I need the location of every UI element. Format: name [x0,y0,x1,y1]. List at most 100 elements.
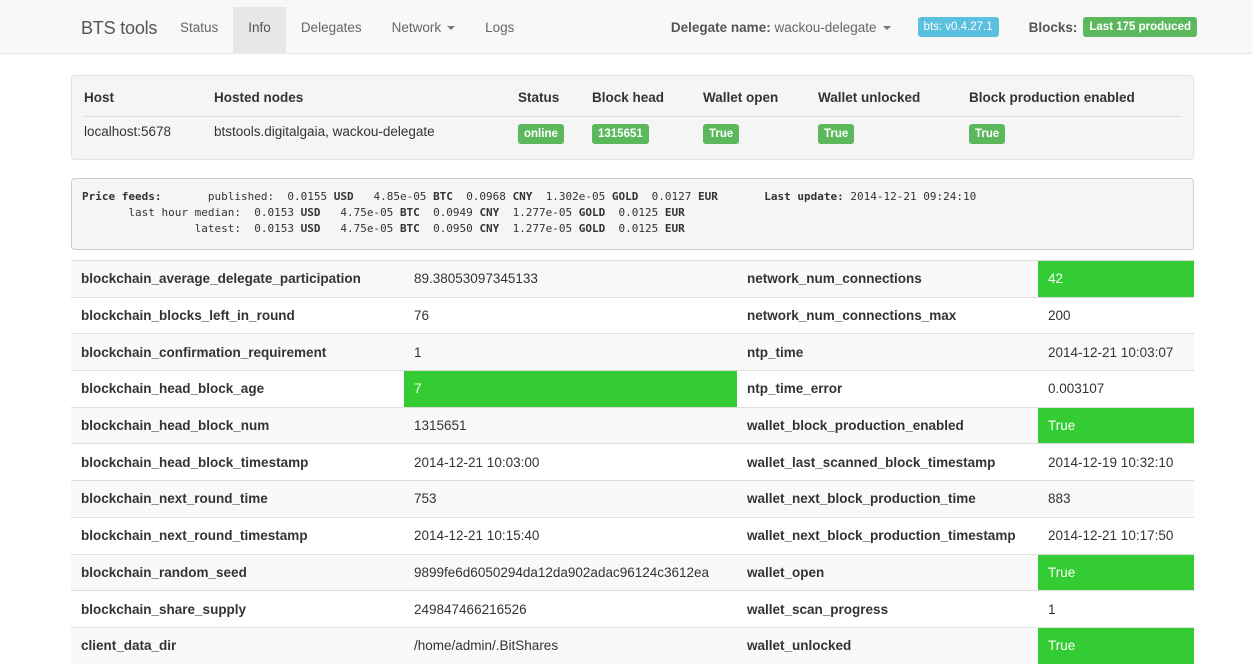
stat-value: 2014-12-21 10:15:40 [404,516,737,554]
feed-cny: 0.0949 [433,206,473,219]
host-value: localhost:5678 [84,124,172,139]
wallet-open-badge: True [703,124,740,144]
unit-btc: BTC [399,222,420,235]
stat-key: wallet_scan_progress [737,590,1038,628]
table-row: client_data_dir/home/admin/.BitShares wal… [71,626,1194,665]
blocks-label: Blocks: [1028,19,1078,35]
stat-key: wallet_block_production_enabled [737,406,1038,444]
unit-btc: BTC [433,190,453,203]
nav-item-network-label: Network [391,20,442,35]
header-wallet-open: Wallet open [703,90,779,105]
stat-key: ntp_time [737,333,1038,371]
table-row: blockchain_next_round_time 753 wallet_next… [71,480,1194,518]
last-update-value: 2014-12-21 09:24:10 [850,190,977,203]
table-row: blockchain_head_block_timestamp 2014-12-2… [71,443,1194,481]
hosted-nodes-value: btstools.digitalgaia, wackou-delegate [214,124,435,139]
feed-usd: 0.0155 [287,190,328,203]
table-row: blockchain_random_seed 9899fe6d6050294da1… [71,553,1194,591]
delegate-dropdown[interactable]: Delegate name: wackou-delegate [671,20,891,35]
unit-cny: CNY [512,190,533,203]
unit-usd: USD [300,222,321,235]
stat-value: 9899fe6d6050294da12da902adac96124c3612ea [404,553,737,591]
header-status: Status [518,90,560,105]
stat-value: 2014-12-21 10:03:00 [404,443,737,481]
price-feeds-panel: Price feeds: published: 0.0155 USD 4.85e… [71,178,1194,250]
stats-table: blockchain_average_delegate_participatio… [71,260,1194,665]
stat-value: 1 [1038,590,1194,628]
nav-item-network[interactable]: Network [377,7,471,53]
table-row: blockchain_share_supply 249847466216526 wa… [71,590,1194,628]
stat-key: ntp_time_error [737,370,1038,408]
nav-item-delegates[interactable]: Delegates [286,7,377,53]
feed-gold: 1.302e-05 [545,190,606,203]
stat-key: wallet_last_scanned_block_timestamp [737,443,1038,481]
navbar-right: Delegate name: wackou-delegate bts: v0.4… [671,17,1197,37]
feed-eur: 0.0125 [618,222,659,235]
stat-value: 42 [1038,260,1194,298]
table-row: blockchain_next_round_timestamp 2014-12-2… [71,516,1194,554]
divider [84,116,1181,117]
header-hosted-nodes: Hosted nodes [214,90,304,105]
price-feeds-title: Price feeds: [82,190,162,203]
stat-value: 89.38053097345133 [404,260,737,298]
brand[interactable]: BTS tools [81,18,157,39]
unit-btc: BTC [399,206,420,219]
feed-usd: 0.0153 [254,206,294,219]
feed-gold: 1.277e-05 [512,206,573,219]
price-feeds-text: Price feeds: published: 0.0155 USD 4.85e… [82,189,976,237]
unit-usd: USD [300,206,321,219]
table-row: blockchain_head_block_age 7 ntp_time_error… [71,370,1194,408]
unit-usd: USD [333,190,354,203]
feed-usd: 0.0153 [254,222,294,235]
header-block-head: Block head [592,90,665,105]
stat-key: blockchain_next_round_timestamp [71,516,404,554]
table-row: blockchain_blocks_left_in_round 76 network… [71,296,1194,334]
unit-gold: GOLD [578,222,606,235]
feed-label: latest: [194,222,241,235]
main-nav: Status Info Delegates Network Logs [165,7,529,53]
nav-item-logs[interactable]: Logs [470,7,529,53]
stat-value: 0.003107 [1038,370,1194,408]
feed-btc: 4.75e-05 [340,206,394,219]
stat-key: wallet_unlocked [737,626,1038,665]
stat-key: blockchain_random_seed [71,553,404,591]
stat-key: blockchain_head_block_timestamp [71,443,404,481]
stat-value: 76 [404,296,737,334]
header-host: Host [84,90,114,105]
stat-value: 2014-12-21 10:03:07 [1038,333,1194,371]
delegate-label: Delegate name: [670,19,771,35]
stat-value: True [1038,626,1194,665]
chevron-down-icon [882,25,891,30]
blocks-badge: Last 175 produced [1083,17,1197,37]
stat-key: client_data_dir [71,626,404,665]
unit-gold: GOLD [578,206,606,219]
delegate-name: wackou-delegate [774,19,877,35]
stat-value: 249847466216526 [404,590,737,628]
stat-value: 1315651 [404,406,737,444]
unit-eur: EUR [698,190,718,203]
stat-value: 2014-12-19 10:32:10 [1038,443,1194,481]
nav-item-status[interactable]: Status [165,7,233,53]
unit-cny: CNY [479,222,500,235]
last-update-label: Last update: [764,190,844,203]
stat-value: 200 [1038,296,1194,334]
stat-key: blockchain_share_supply [71,590,404,628]
stat-value: 883 [1038,480,1194,518]
feed-label: last hour median: [128,206,241,219]
feed-eur: 0.0125 [618,206,659,219]
stat-key: blockchain_average_delegate_participatio… [71,260,404,298]
chevron-down-icon [447,26,456,31]
table-row: blockchain_average_delegate_participatio… [71,260,1194,298]
navbar: BTS tools Status Info Delegates Network … [0,0,1252,54]
unit-eur: EUR [664,222,685,235]
feed-label: published: [207,190,275,203]
status-badge: online [518,124,564,144]
block-production-badge: True [969,124,1006,144]
stat-key: blockchain_confirmation_requirement [71,333,404,371]
nav-item-info[interactable]: Info [233,7,286,53]
feed-gold: 1.277e-05 [512,222,573,235]
header-block-production: Block production enabled [969,90,1135,105]
stat-value: 1 [404,333,737,371]
host-panel: Host Hosted nodes Status Block head Wall… [71,75,1194,160]
table-row: blockchain_confirmation_requirement 1 ntp_… [71,333,1194,371]
